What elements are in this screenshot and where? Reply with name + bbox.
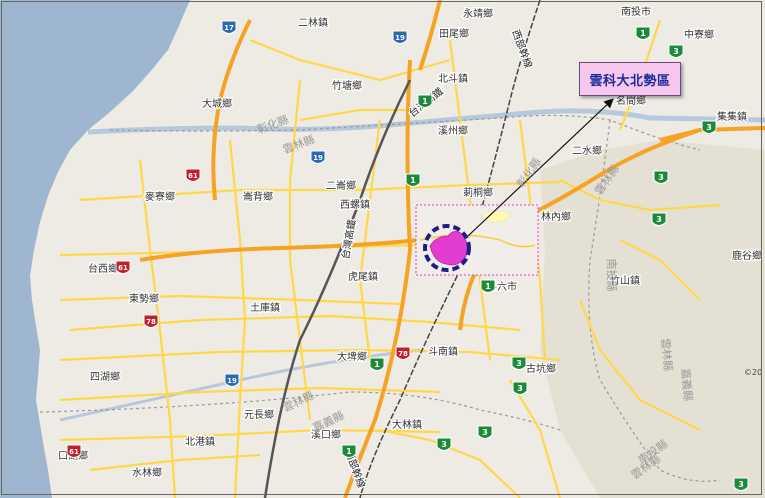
town-label: 四湖鄉 (90, 370, 120, 383)
town-label: 麥寮鄉 (145, 190, 175, 203)
town-label: 中寮鄉 (684, 28, 714, 41)
route-shield-icon: 3 (436, 437, 452, 451)
route-number: 61 (188, 172, 198, 180)
route-number: 19 (395, 34, 405, 42)
route-number: 3 (656, 215, 662, 224)
town-label: 虎尾鎮 (348, 270, 378, 283)
route-number: 3 (482, 428, 488, 437)
town-label: 二崙鄉 (326, 179, 356, 192)
route-shield-icon: 17 (221, 20, 237, 34)
town-label: 莿桐鄉 (463, 186, 493, 199)
route-shield-icon: 19 (392, 30, 408, 44)
route-number: 1 (346, 447, 352, 456)
town-label: 土庫鎮 (250, 301, 280, 314)
route-number: 1 (374, 360, 380, 369)
town-label: 西螺鎮 (340, 198, 370, 211)
county-label: 南投縣 (605, 259, 619, 292)
route-number: 3 (738, 480, 744, 489)
route-number: 1 (410, 176, 416, 185)
route-number: 78 (146, 318, 156, 326)
route-shield-icon: 3 (651, 212, 667, 226)
town-label: 台西鄉 (88, 262, 118, 275)
town-label: 大林鎮 (392, 418, 422, 431)
town-label: 古坑鄉 (526, 362, 556, 375)
route-shield-icon: 3 (701, 120, 717, 134)
route-number: 61 (118, 264, 128, 272)
county-label: 嘉義縣 (679, 368, 696, 402)
route-shield-icon: 1 (405, 173, 421, 187)
route-shield-icon: 3 (511, 356, 527, 370)
route-number: 3 (441, 440, 447, 449)
town-label: 林內鄉 (541, 210, 571, 223)
route-number: 3 (658, 173, 664, 182)
town-label: 北斗鎮 (438, 72, 468, 85)
route-shield-icon: 61 (66, 444, 82, 458)
route-shield-icon: 78 (143, 314, 159, 328)
route-shield-icon: 3 (477, 425, 493, 439)
route-shield-icon: 1 (417, 94, 433, 108)
route-shield-icon: 3 (512, 381, 528, 395)
route-shield-icon: 78 (395, 346, 411, 360)
town-label: 大城鄉 (202, 97, 232, 110)
town-label: 崙背鄉 (243, 190, 273, 203)
route-number: 61 (69, 448, 79, 456)
town-label: 田尾鄉 (439, 27, 469, 40)
route-number: 1 (422, 97, 428, 106)
route-number: 19 (227, 377, 237, 385)
town-label: 竹塘鄉 (332, 79, 362, 92)
route-shield-icon: 3 (733, 477, 749, 491)
campus-callout[interactable]: 雲科大北勢區 (579, 62, 681, 96)
town-label: 北港鎮 (185, 435, 215, 448)
route-shield-icon: 3 (653, 170, 669, 184)
town-label: 斗南鎮 (428, 345, 458, 358)
town-label: 東勢鄉 (129, 292, 159, 305)
town-label: 水林鄉 (132, 466, 162, 479)
town-label: 溪州鄉 (438, 124, 468, 137)
town-label: 二林鎮 (298, 16, 328, 29)
town-label: 集集鎮 (717, 110, 747, 123)
town-label: 大埤鄉 (337, 350, 367, 363)
route-number: 17 (224, 24, 234, 32)
route-shield-icon: 1 (635, 26, 651, 40)
route-shield-icon: 19 (224, 373, 240, 387)
route-shield-icon: 1 (341, 444, 357, 458)
route-number: 3 (706, 123, 712, 132)
town-label: 南投市 (621, 5, 651, 18)
route-number: 1 (485, 282, 491, 291)
town-label: 鹿谷鄉 (732, 249, 762, 262)
route-shield-icon: 19 (310, 150, 326, 164)
route-number: 3 (517, 384, 523, 393)
route-number: 3 (673, 47, 679, 56)
copyright-notice: ©20 (744, 368, 763, 377)
route-number: 19 (313, 154, 323, 162)
town-label: 元長鄉 (244, 408, 274, 421)
town-label: 永靖鄉 (463, 7, 493, 20)
route-number: 1 (640, 29, 646, 38)
route-shield-icon: 61 (115, 260, 131, 274)
route-shield-icon: 3 (668, 44, 684, 58)
campus-inset (415, 204, 539, 276)
route-shield-icon: 1 (369, 357, 385, 371)
route-shield-icon: 61 (185, 168, 201, 182)
town-label: 二水鄉 (572, 144, 602, 157)
route-number: 3 (516, 359, 522, 368)
route-number: 78 (398, 350, 408, 358)
county-label: 雲林縣 (659, 338, 676, 372)
route-shield-icon: 1 (480, 279, 496, 293)
